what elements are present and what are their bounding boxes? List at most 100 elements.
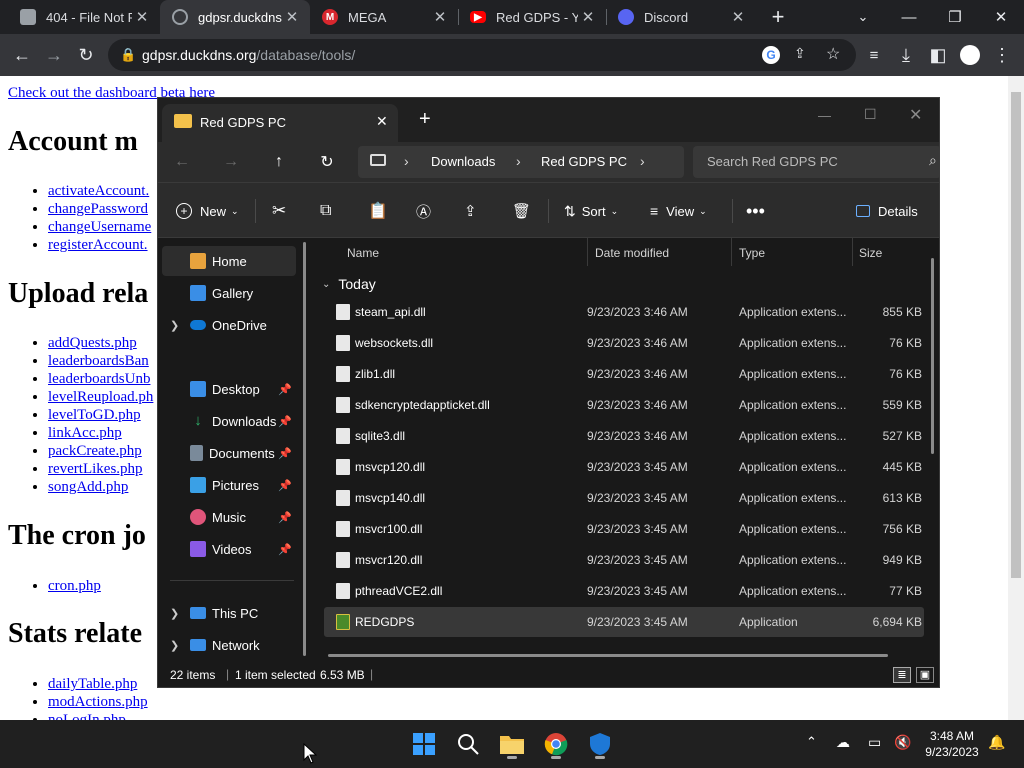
file-row[interactable]: sdkencryptedappticket.dll 9/23/2023 3:46… [324,390,924,420]
chevron-right-icon[interactable]: ❯ [170,319,179,332]
sidebar-item-onedrive[interactable]: ❯ OneDrive [162,310,296,340]
sort-button[interactable]: ⇅ Sort ⌄ [564,199,618,223]
explorer-tab[interactable]: Red GDPS PC ✕ [162,104,398,142]
menu-kebab-icon[interactable]: ⋮ [990,43,1014,67]
browser-tab-gdpsr[interactable]: gdpsr.duckdns. ✕ [160,0,310,34]
column-header-type[interactable]: Type [739,243,765,263]
upload-link[interactable]: songAdd.php [48,479,128,495]
search-icon[interactable] [452,728,484,760]
pin-icon[interactable]: 📌 [278,543,292,556]
pin-icon[interactable]: 📌 [278,383,292,396]
sidebar-item-network[interactable]: ❯ Network [162,630,296,660]
profile-avatar-icon[interactable] [958,43,982,67]
close-icon[interactable]: ✕ [728,8,748,26]
upload-link[interactable]: levelReupload.ph [48,389,153,405]
bookmark-star-icon[interactable]: ☆ [826,44,840,64]
browser-tab-404[interactable]: 404 - File Not F ✕ [8,0,160,34]
close-icon[interactable]: ✕ [132,8,152,26]
chevron-right-icon[interactable]: ❯ [170,639,179,652]
side-panel-icon[interactable]: ◧ [926,43,950,67]
page-scrollbar-thumb[interactable] [1011,92,1021,578]
column-header-size[interactable]: Size [859,243,882,263]
maximize-button[interactable]: ☐ [864,106,877,123]
back-arrow-icon[interactable]: ← [170,150,194,174]
column-header-date-modified[interactable]: Date modified [595,243,669,263]
sidebar-item-pictures[interactable]: Pictures 📌 [162,470,296,500]
security-shield-icon[interactable] [584,728,616,760]
copy-icon[interactable]: ⧉ [320,199,331,223]
breadcrumb-folder[interactable]: Red GDPS PC [541,154,627,169]
google-icon[interactable]: G [762,46,780,64]
explorer-address-bar[interactable]: › Downloads › Red GDPS PC › [358,146,684,178]
account-link[interactable]: changeUsername [48,219,151,235]
browser-tab-youtube[interactable]: ▶ Red GDPS - Yo ✕ [458,0,606,34]
forward-arrow-icon[interactable]: → [219,150,243,174]
upload-link[interactable]: revertLikes.php [48,461,143,477]
sidebar-item-music[interactable]: Music 📌 [162,502,296,532]
pin-icon[interactable]: 📌 [278,447,292,460]
breadcrumb-downloads[interactable]: Downloads [431,154,495,169]
file-row[interactable]: msvcp120.dll 9/23/2023 3:45 AM Applicati… [324,452,924,482]
upload-link[interactable]: addQuests.php [48,335,137,351]
share-icon[interactable]: ⇪ [794,45,806,62]
file-row[interactable]: pthreadVCE2.dll 9/23/2023 3:45 AM Applic… [324,576,924,606]
view-button[interactable]: ≡ View ⌄ [650,199,707,223]
file-row[interactable]: msvcr100.dll 9/23/2023 3:45 AM Applicati… [324,514,924,544]
stats-link[interactable]: noLogIn.php [48,712,126,720]
download-icon[interactable]: ⤓ [894,43,918,67]
show-hidden-icons-chevron-icon[interactable]: ⌃ [806,734,817,750]
close-window-button[interactable]: ✕ [978,0,1024,34]
new-button[interactable]: + New ⌄ [176,199,239,223]
file-list-horizontal-scrollbar[interactable] [328,654,888,657]
browser-tab-mega[interactable]: M MEGA ✕ [310,0,458,34]
new-explorer-tab-button[interactable]: + [419,108,431,131]
upload-link[interactable]: leaderboardsUnb [48,371,150,387]
sidebar-item-home[interactable]: Home [162,246,296,276]
chrome-app-icon[interactable] [540,728,572,760]
file-row[interactable]: zlib1.dll 9/23/2023 3:46 AM Application … [324,359,924,389]
chevron-right-icon[interactable]: ❯ [170,607,179,620]
group-header-today[interactable]: ⌄ Today [322,274,376,294]
address-bar[interactable]: 🔒 gdpsr.duckdns.org/database/tools/ G ⇪ … [108,39,856,71]
details-button[interactable]: Details [856,199,918,223]
close-icon[interactable]: ✕ [578,8,598,26]
sidebar-item-gallery[interactable]: Gallery [162,278,296,308]
sidebar-scrollbar[interactable] [303,242,306,656]
minimize-button[interactable]: — [818,108,831,123]
refresh-icon[interactable]: ↻ [315,150,339,174]
sidebar-item-downloads[interactable]: ↓ Downloads 📌 [162,406,296,436]
pin-icon[interactable]: 📌 [278,511,292,524]
share-icon[interactable]: ⇪ [464,199,477,223]
tab-search-icon[interactable]: ⌄ [840,0,886,34]
paste-icon[interactable]: 📋 [368,199,388,223]
file-row[interactable]: sqlite3.dll 9/23/2023 3:46 AM Applicatio… [324,421,924,451]
notification-bell-icon[interactable]: 🔔 [988,734,1005,751]
upload-link[interactable]: levelToGD.php [48,407,141,423]
upload-link[interactable]: linkAcc.php [48,425,122,441]
close-tab-icon[interactable]: ✕ [376,113,388,130]
network-status-icon[interactable]: ▭ [868,734,881,751]
file-list-vertical-scrollbar[interactable] [931,258,934,454]
file-explorer-app-icon[interactable] [496,728,528,760]
file-row-selected[interactable]: REDGDPS 9/23/2023 3:45 AM Application 6,… [324,607,924,637]
file-row[interactable]: steam_api.dll 9/23/2023 3:46 AM Applicat… [324,297,924,327]
reload-icon[interactable]: ↻ [74,43,98,67]
restore-button[interactable]: ❐ [932,0,978,34]
volume-muted-icon[interactable]: 🔇 [894,734,911,751]
sidebar-item-desktop[interactable]: Desktop 📌 [162,374,296,404]
rename-icon[interactable]: Ⓐ [416,199,431,223]
new-tab-button[interactable]: + [766,4,790,30]
details-view-icon[interactable]: ≣ [893,667,911,683]
forward-arrow-icon[interactable]: → [42,43,66,67]
delete-trash-icon[interactable]: 🗑 [512,199,531,223]
up-arrow-icon[interactable]: ↑ [267,150,291,174]
file-row[interactable]: websockets.dll 9/23/2023 3:46 AM Applica… [324,328,924,358]
lock-icon[interactable]: 🔒 [120,47,136,63]
sidebar-item-this-pc[interactable]: ❯ This PC [162,598,296,628]
explorer-search-box[interactable]: Search Red GDPS PC ⌕ [693,146,939,178]
file-row[interactable]: msvcr120.dll 9/23/2023 3:45 AM Applicati… [324,545,924,575]
column-header-name[interactable]: Name [347,243,379,263]
upload-link[interactable]: leaderboardsBan [48,353,149,369]
account-link[interactable]: registerAccount. [48,237,148,253]
close-window-button[interactable]: ✕ [909,105,922,125]
